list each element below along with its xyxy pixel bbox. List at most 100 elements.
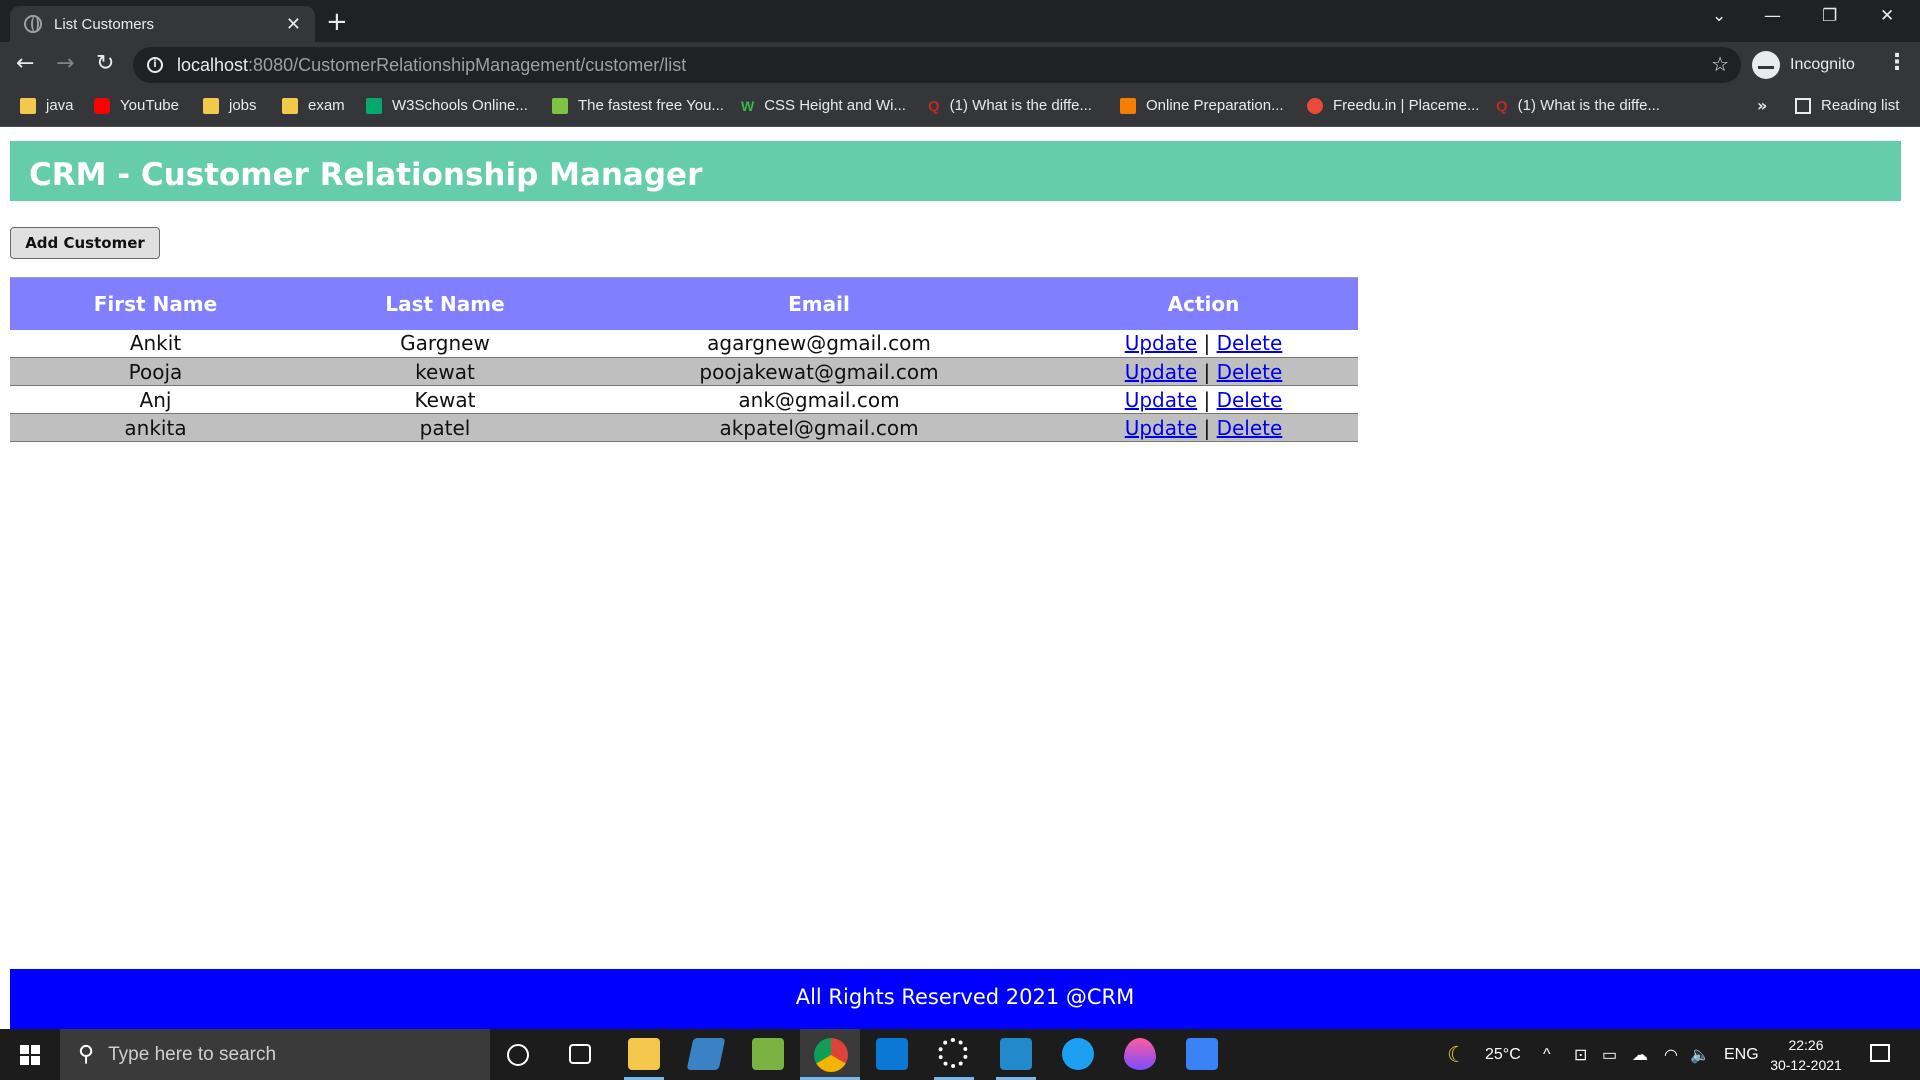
bookmark-label: jobs <box>229 97 257 114</box>
meet-now-icon[interactable]: ⊡ <box>1574 1029 1587 1080</box>
delete-link[interactable]: Delete <box>1217 388 1283 412</box>
page-content: CRM - Customer Relationship Manager Add … <box>0 128 1920 1029</box>
delete-link[interactable]: Delete <box>1217 360 1283 384</box>
bookmark-quora-2[interactable]: Q (1) What is the diffe... <box>1496 97 1660 115</box>
bookmarks-bar: java YouTube jobs exam W3Schools Online.… <box>0 89 1920 127</box>
header-email: Email <box>589 277 1049 330</box>
tab-title: List Customers <box>54 15 155 33</box>
notepad-plus-icon[interactable] <box>752 1038 784 1070</box>
cortana-icon[interactable] <box>507 1044 529 1066</box>
bookmark-fastest-free[interactable]: The fastest free You... <box>552 97 724 114</box>
internet-explorer-icon[interactable] <box>1062 1038 1094 1070</box>
add-customer-button[interactable]: Add Customer <box>10 227 160 259</box>
bookmark-jobs[interactable]: jobs <box>203 97 257 114</box>
bookmark-star-icon[interactable]: ☆ <box>1711 52 1729 76</box>
page-footer: All Rights Reserved 2021 @CRM <box>10 969 1920 1029</box>
bookmark-w3schools[interactable]: W3Schools Online... <box>366 97 528 114</box>
update-link[interactable]: Update <box>1125 388 1197 412</box>
bookmark-css-height[interactable]: W CSS Height and Wi... <box>741 97 906 114</box>
bookmark-label: exam <box>308 97 345 114</box>
reading-list-label: Reading list <box>1821 97 1900 114</box>
minimize-button[interactable]: — <box>1764 6 1781 26</box>
bookmark-label: java <box>46 97 74 114</box>
page-header: CRM - Customer Relationship Manager <box>10 141 1901 201</box>
folder-icon <box>20 97 36 114</box>
search-icon: ⚲ <box>78 1042 95 1067</box>
mail-icon[interactable] <box>876 1038 908 1070</box>
more-bookmarks-button[interactable]: » <box>1757 96 1767 115</box>
taskbar-search-box[interactable]: ⚲ Type here to search <box>60 1029 490 1080</box>
settings-gear-icon[interactable] <box>938 1038 968 1068</box>
w3-icon: W <box>741 97 755 114</box>
chrome-icon[interactable] <box>814 1038 848 1072</box>
footer-text: All Rights Reserved 2021 @CRM <box>795 985 1135 1009</box>
address-bar[interactable]: i localhost:8080/CustomerRelationshipMan… <box>133 47 1741 83</box>
language-indicator[interactable]: ENG <box>1724 1029 1759 1080</box>
update-link[interactable]: Update <box>1125 331 1197 355</box>
delete-link[interactable]: Delete <box>1217 331 1283 355</box>
cell-first-name: ankita <box>10 413 301 442</box>
forward-button[interactable]: → <box>56 51 74 76</box>
photos-icon[interactable] <box>1186 1038 1218 1070</box>
show-hidden-icons-button[interactable]: ^ <box>1543 1029 1551 1080</box>
bookmark-online-preparation[interactable]: Online Preparation... <box>1120 97 1284 114</box>
windows-taskbar: ⚲ Type here to search ☾ 25°C ^ ⊡ ▭ ☁ ◠ 🔈… <box>0 1029 1920 1080</box>
update-link[interactable]: Update <box>1125 416 1197 440</box>
action-separator: | <box>1203 359 1211 384</box>
tab-strip: List Customers ✕ + ⌄ — ❐ ✕ <box>0 0 1920 42</box>
wifi-icon[interactable]: ◠ <box>1664 1029 1678 1080</box>
windows-start-icon[interactable] <box>20 1045 40 1065</box>
bookmark-freedu[interactable]: Freedu.in | Placeme... <box>1307 97 1479 114</box>
bookmark-label: W3Schools Online... <box>392 97 528 114</box>
bookmark-youtube[interactable]: YouTube <box>94 97 179 114</box>
system-clock[interactable]: 22:26 30-12-2021 <box>1766 1035 1846 1075</box>
blogger-icon <box>1120 97 1136 114</box>
cell-last-name: kewat <box>301 357 589 386</box>
restore-button[interactable]: ❐ <box>1822 6 1837 26</box>
back-button[interactable]: ← <box>16 51 34 76</box>
cell-last-name: Gargnew <box>301 329 589 358</box>
bookmark-label: (1) What is the diffe... <box>949 97 1092 114</box>
onedrive-cloud-icon[interactable]: ☁ <box>1632 1029 1648 1080</box>
bookmark-quora-1[interactable]: Q (1) What is the diffe... <box>928 97 1092 115</box>
battery-icon[interactable]: ▭ <box>1602 1029 1617 1080</box>
reading-list-button[interactable]: Reading list <box>1795 97 1899 114</box>
volume-icon[interactable]: 🔈 <box>1690 1029 1710 1080</box>
update-link[interactable]: Update <box>1125 360 1197 384</box>
menu-kebab-icon[interactable]: ⋮ <box>1886 50 1908 75</box>
bookmark-label: Freedu.in | Placeme... <box>1333 97 1480 114</box>
bookmark-label: YouTube <box>120 97 179 114</box>
clock-date: 30-12-2021 <box>1770 1057 1842 1073</box>
notification-center-icon[interactable] <box>1870 1044 1890 1062</box>
tab-list-customers[interactable]: List Customers ✕ <box>10 6 315 42</box>
files-app-icon[interactable] <box>686 1038 726 1070</box>
quora-icon: Q <box>928 97 940 115</box>
tab-search-icon[interactable]: ⌄ <box>1712 6 1726 26</box>
cell-action: Update | Delete <box>1049 413 1358 442</box>
close-tab-icon[interactable]: ✕ <box>286 14 301 35</box>
weather-moon-icon[interactable]: ☾ <box>1447 1043 1467 1068</box>
w3schools-icon <box>366 97 382 114</box>
close-window-button[interactable]: ✕ <box>1880 6 1894 26</box>
file-explorer-icon[interactable] <box>628 1038 660 1070</box>
page-title: CRM - Customer Relationship Manager <box>29 157 703 193</box>
bookmark-exam[interactable]: exam <box>282 97 345 114</box>
bookmark-java[interactable]: java <box>20 97 74 114</box>
action-separator: | <box>1203 387 1211 412</box>
new-tab-button[interactable]: + <box>326 7 348 37</box>
weather-temp[interactable]: 25°C <box>1485 1029 1521 1080</box>
youtube-icon <box>94 97 110 114</box>
incognito-badge[interactable]: Incognito <box>1752 47 1855 83</box>
reload-button[interactable]: ↻ <box>96 51 114 76</box>
paint-drop-icon[interactable] <box>1124 1038 1156 1070</box>
site-info-icon[interactable]: i <box>147 57 163 73</box>
delete-link[interactable]: Delete <box>1217 416 1283 440</box>
vscode-icon[interactable] <box>1000 1038 1032 1070</box>
browser-toolbar: ← → ↻ i localhost:8080/CustomerRelations… <box>0 42 1920 89</box>
header-action: Action <box>1049 277 1358 330</box>
bookmark-label: The fastest free You... <box>578 97 724 114</box>
task-view-icon[interactable] <box>569 1044 591 1064</box>
freedu-icon <box>1307 97 1323 114</box>
url-path: :8080/CustomerRelationshipManagement/cus… <box>248 54 687 75</box>
bookmark-label: Online Preparation... <box>1146 97 1284 114</box>
